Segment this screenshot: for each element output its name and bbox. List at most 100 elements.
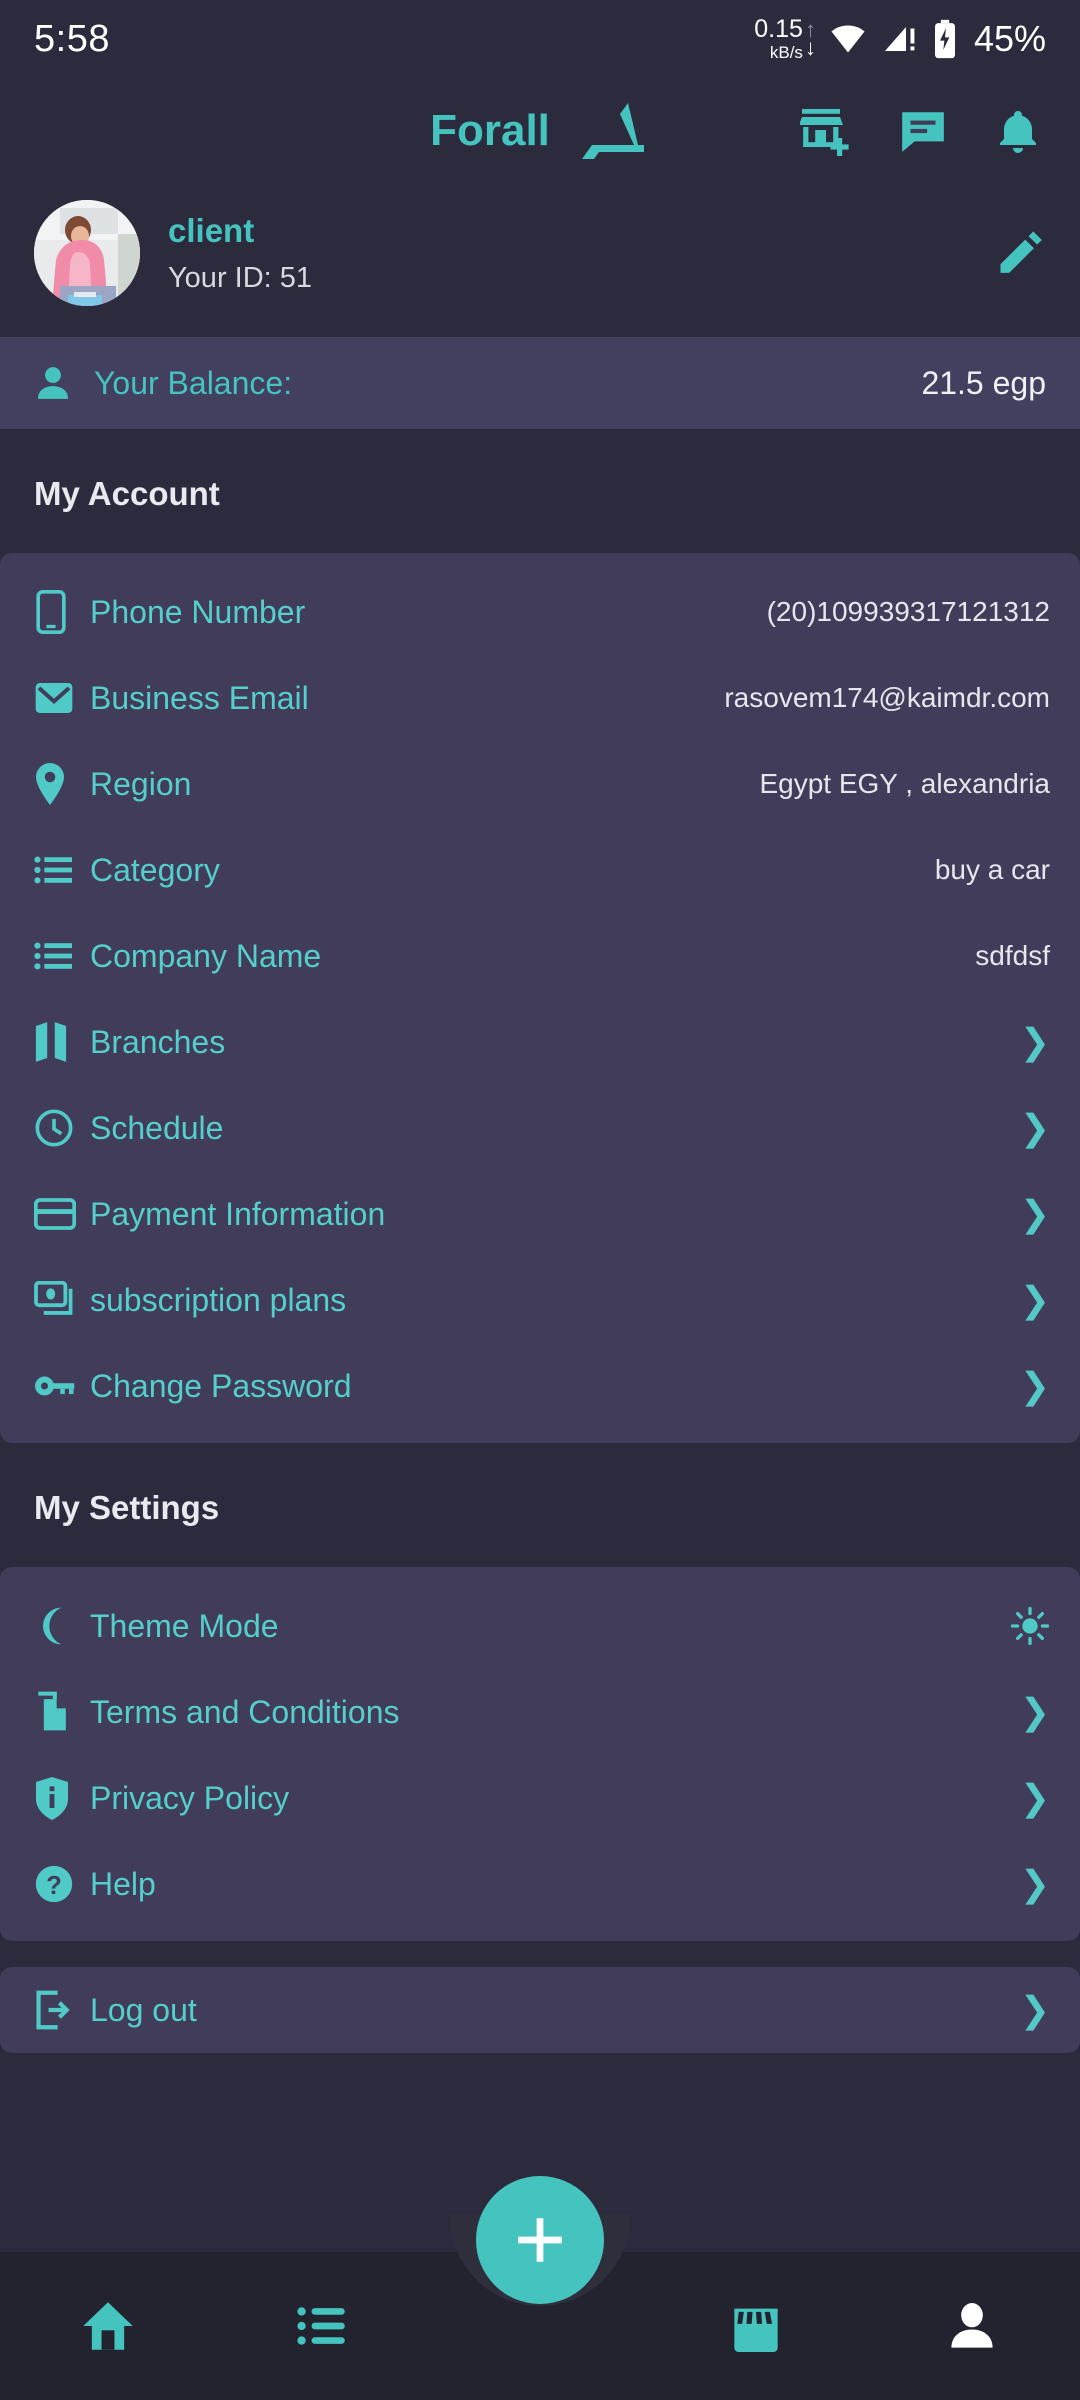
account-row-region[interactable]: Region Egypt EGY , alexandria — [0, 741, 1080, 827]
person-icon — [946, 2300, 998, 2352]
my-settings-section-title: My Settings — [34, 1489, 220, 1526]
logout-row[interactable]: Log out ❯ — [0, 1967, 1080, 2053]
account-row-payment-information[interactable]: Payment Information ❯ — [0, 1171, 1080, 1257]
logout-exit-icon — [34, 1989, 90, 2031]
account-row-value: Egypt EGY , alexandria — [759, 768, 1050, 799]
battery-icon — [930, 19, 960, 59]
chevron-right-icon: ❯ — [1019, 1989, 1050, 2030]
profile-name: client — [168, 211, 255, 249]
my-settings-card: Theme Mode Terms and Conditions ❯ Privac… — [0, 1567, 1080, 1941]
edit-pencil-icon[interactable] — [994, 227, 1046, 279]
list-icon — [34, 854, 90, 886]
chevron-right-icon: ❯ — [1019, 1279, 1050, 1320]
mobile-phone-icon — [34, 590, 90, 634]
chevron-right-icon: ❯ — [1019, 1193, 1050, 1234]
moon-icon — [34, 1606, 90, 1646]
balance-bar[interactable]: Your Balance: 21.5 egp — [0, 337, 1080, 429]
list-lines-icon — [297, 2304, 351, 2348]
account-row-value: (20)109939317121312 — [766, 596, 1050, 627]
account-row-label: Change Password — [90, 1367, 352, 1404]
network-speed-value: 0.15 — [754, 15, 803, 43]
user-avatar-photo[interactable] — [34, 200, 140, 306]
wifi-icon — [826, 21, 870, 57]
account-row-value: rasovem174@kaimdr.com — [724, 682, 1050, 713]
chevron-right-icon: ❯ — [1019, 1691, 1050, 1732]
account-row-change-password[interactable]: Change Password ❯ — [0, 1343, 1080, 1429]
my-account-section-title: My Account — [34, 475, 220, 512]
chevron-right-icon: ❯ — [1019, 1021, 1050, 1062]
balance-value: 21.5 egp — [921, 364, 1046, 401]
account-row-company-name[interactable]: Company Name sdfdsf — [0, 913, 1080, 999]
account-row-label: Business Email — [90, 679, 309, 716]
credit-card-icon — [34, 1197, 90, 1231]
account-row-label: Region — [90, 765, 192, 802]
account-row-phone-number[interactable]: Phone Number (20)109939317121312 — [0, 569, 1080, 655]
network-speed-indicator: 0.15 kB/s ↑ ↓ — [754, 15, 816, 62]
account-row-subscription-plans[interactable]: subscription plans ❯ — [0, 1257, 1080, 1343]
store-icon — [731, 2300, 781, 2352]
nav-item-store[interactable] — [648, 2300, 864, 2352]
settings-row-label: Help — [90, 1865, 156, 1902]
account-row-label: Schedule — [90, 1109, 224, 1146]
settings-row-terms-and-conditions[interactable]: Terms and Conditions ❯ — [0, 1669, 1080, 1755]
bottom-navigation — [0, 2176, 1080, 2400]
settings-row-label: Terms and Conditions — [90, 1693, 400, 1730]
chevron-right-icon: ❯ — [1019, 1107, 1050, 1148]
shield-info-icon — [34, 1776, 90, 1820]
chevron-right-icon: ❯ — [1019, 1777, 1050, 1818]
nav-item-home[interactable] — [0, 2300, 216, 2352]
settings-row-privacy-policy[interactable]: Privacy Policy ❯ — [0, 1755, 1080, 1841]
profile-id: Your ID: 51 — [168, 261, 313, 294]
app-header: Forall — [0, 78, 1080, 183]
settings-row-label: Privacy Policy — [90, 1779, 290, 1816]
person-icon — [34, 364, 72, 402]
account-row-label: Branches — [90, 1023, 226, 1060]
map-pin-icon — [34, 763, 90, 805]
settings-row-help[interactable]: ? Help ❯ — [0, 1841, 1080, 1927]
question-circle-icon: ? — [34, 1863, 90, 1905]
account-row-label: subscription plans — [90, 1281, 347, 1318]
key-icon — [34, 1372, 90, 1400]
status-bar-clock: 5:58 — [34, 17, 110, 60]
account-row-label: Payment Information — [90, 1195, 386, 1232]
status-bar: 5:58 0.15 kB/s ↑ ↓ 45% — [0, 0, 1080, 78]
cellular-signal-warning-icon — [880, 21, 920, 57]
list-icon — [34, 940, 90, 972]
account-row-business-email[interactable]: Business Email rasovem174@kaimdr.com — [0, 655, 1080, 741]
account-row-category[interactable]: Category buy a car — [0, 827, 1080, 913]
account-row-schedule[interactable]: Schedule ❯ — [0, 1085, 1080, 1171]
envelope-icon — [34, 681, 90, 715]
balance-label: Your Balance: — [94, 364, 293, 401]
my-account-card: Phone Number (20)109939317121312 Busines… — [0, 553, 1080, 1443]
settings-row-theme-mode[interactable]: Theme Mode — [0, 1583, 1080, 1669]
settings-row-label: Theme Mode — [90, 1607, 279, 1644]
battery-percent-label: 45% — [973, 18, 1046, 59]
plus-icon — [511, 2211, 569, 2269]
network-speed-unit: kB/s — [769, 43, 803, 62]
nav-item-list[interactable] — [216, 2304, 432, 2348]
account-row-value: buy a car — [934, 854, 1050, 885]
account-row-label: Category — [90, 851, 220, 888]
download-arrow-icon: ↓ — [804, 35, 816, 60]
subscription-cards-icon — [34, 1281, 90, 1319]
profile-summary: client Your ID: 51 — [0, 183, 1080, 323]
document-copy-icon — [34, 1690, 90, 1734]
account-row-branches[interactable]: Branches ❯ — [0, 999, 1080, 1085]
account-row-value: sdfdsf — [975, 940, 1050, 971]
nav-item-profile[interactable] — [864, 2300, 1080, 2352]
app-title: Forall — [430, 105, 550, 155]
brand: Forall — [0, 101, 1080, 161]
forall-arabic-logo-icon — [572, 101, 650, 161]
sun-icon[interactable] — [1010, 1606, 1050, 1646]
account-row-label: Company Name — [90, 937, 322, 974]
svg-text:?: ? — [46, 1872, 62, 1900]
account-row-label: Phone Number — [90, 593, 306, 630]
chevron-right-icon: ❯ — [1019, 1863, 1050, 1904]
home-icon — [80, 2300, 136, 2352]
logout-label: Log out — [90, 1991, 197, 2028]
clock-icon — [34, 1108, 90, 1148]
logout-card: Log out ❯ — [0, 1967, 1080, 2053]
status-bar-indicators: 0.15 kB/s ↑ ↓ 45% — [754, 15, 1046, 62]
chevron-right-icon: ❯ — [1019, 1365, 1050, 1406]
add-fab-button[interactable] — [476, 2176, 604, 2304]
